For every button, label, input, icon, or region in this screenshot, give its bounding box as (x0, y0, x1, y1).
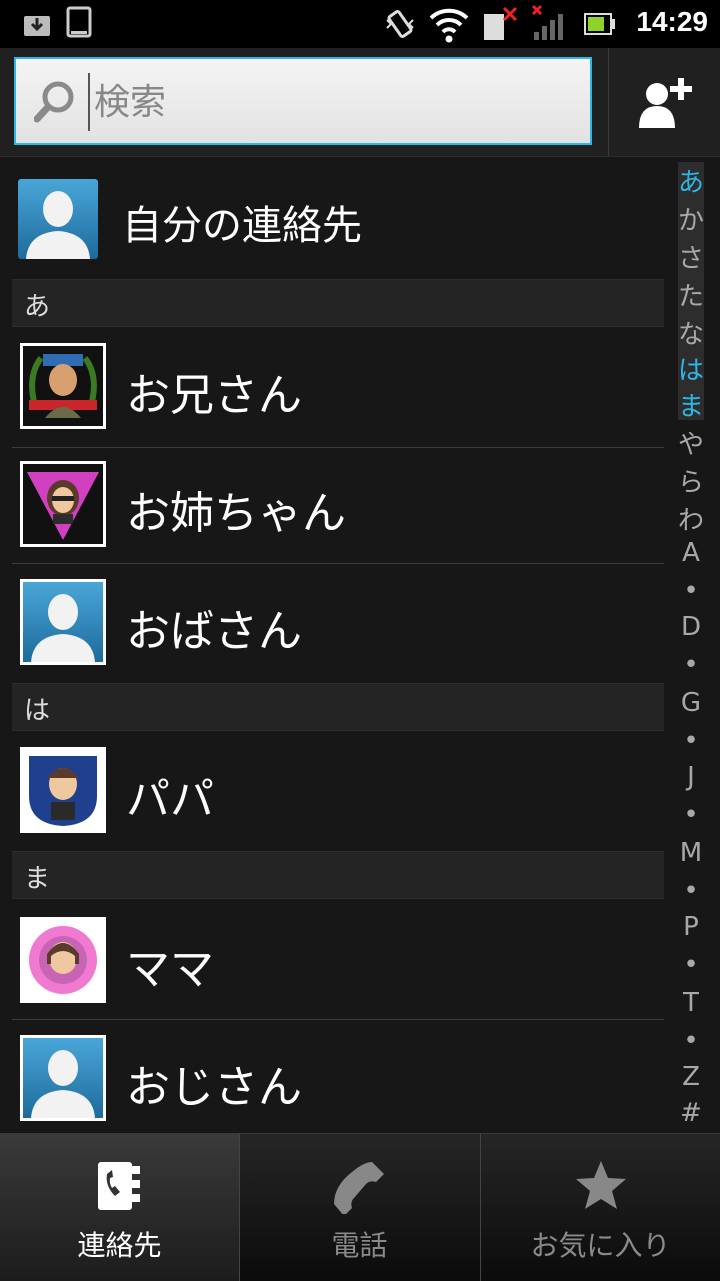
index-letter[interactable]: わ (678, 500, 704, 537)
my-contact-row[interactable]: 自分の連絡先 (0, 157, 664, 279)
index-letter[interactable]: Z (678, 1062, 704, 1092)
index-letter[interactable]: M (678, 838, 704, 868)
index-letter[interactable]: D (678, 612, 704, 642)
my-contact-label: 自分の連絡先 (122, 203, 362, 249)
index-letter[interactable]: A (678, 538, 704, 568)
wifi-icon (429, 8, 469, 43)
section-header-label: あ (24, 292, 51, 322)
search-box[interactable] (14, 57, 592, 145)
tab-phone[interactable]: 電話 (240, 1134, 479, 1281)
contact-photo-avatar (20, 343, 106, 429)
download-icon (24, 16, 50, 36)
index-letter[interactable]: • (678, 950, 704, 980)
contact-photo-avatar (20, 917, 106, 1003)
contact-name: ママ (126, 944, 214, 995)
default-avatar-icon (18, 179, 98, 259)
star-icon (576, 1161, 626, 1209)
tab-favorites[interactable]: お気に入り (481, 1134, 720, 1281)
contact-name: お兄さん (126, 370, 302, 421)
index-letter[interactable]: さ (678, 238, 704, 275)
index-letter[interactable]: • (678, 800, 704, 830)
section-header-ma: ま (12, 851, 664, 899)
section-header-label: ま (24, 864, 51, 894)
index-letter[interactable]: あ (678, 162, 704, 199)
vibrate-icon (386, 10, 414, 38)
index-letter[interactable]: T (678, 988, 704, 1018)
contact-name: パパ (126, 774, 214, 825)
contact-name: おばさん (126, 606, 302, 657)
index-letter[interactable]: や (678, 424, 704, 461)
add-person-icon (639, 78, 692, 128)
default-avatar-icon (20, 579, 106, 665)
bottom-tab-bar: 連絡先 電話 お気に入り (0, 1133, 720, 1281)
section-header-a: あ (12, 279, 664, 327)
index-letter[interactable]: • (678, 876, 704, 906)
index-letter[interactable]: • (678, 1026, 704, 1056)
index-letter[interactable]: ま (678, 386, 704, 423)
tab-label: 連絡先 (77, 1229, 162, 1262)
index-letter[interactable]: • (678, 650, 704, 680)
contacts-book-icon (98, 1162, 140, 1210)
add-contact-button[interactable] (608, 48, 720, 156)
contact-row[interactable]: おじさん (0, 1021, 664, 1137)
section-header-ha: は (12, 683, 664, 731)
divider (12, 563, 664, 564)
index-letter[interactable]: ら (678, 462, 704, 499)
contact-photo-avatar (20, 747, 106, 833)
search-icon (34, 81, 74, 123)
index-letter[interactable]: • (678, 576, 704, 606)
contact-photo-avatar (20, 461, 106, 547)
contact-row[interactable]: お姉ちゃん (0, 447, 664, 563)
contact-row[interactable]: ママ (0, 903, 664, 1019)
divider (12, 1019, 664, 1020)
sim-missing-icon (484, 6, 518, 40)
contact-name: おじさん (126, 1062, 302, 1113)
phone-outline-icon (66, 6, 92, 38)
search-toolbar (0, 48, 720, 157)
index-letter[interactable]: # (678, 1098, 704, 1128)
contact-row[interactable]: パパ (0, 733, 664, 849)
index-scroll-bar[interactable]: あ か さ た な は ま や ら わ A • D • G • J • M • … (678, 160, 704, 1130)
clock: 14:29 (636, 6, 708, 37)
phone-handset-icon (334, 1162, 384, 1214)
index-letter[interactable]: • (678, 726, 704, 756)
status-bar: 14:29 (0, 0, 720, 48)
tab-label: お気に入り (530, 1229, 671, 1262)
default-avatar-icon (20, 1035, 106, 1121)
contact-name: お姉ちゃん (126, 488, 346, 539)
index-letter[interactable]: た (678, 276, 704, 313)
index-letter[interactable]: か (678, 200, 704, 237)
tab-label: 電話 (331, 1229, 388, 1262)
battery-icon (584, 13, 615, 35)
index-letter[interactable]: は (678, 350, 704, 387)
signal-none-icon (531, 4, 563, 40)
index-letter[interactable]: G (678, 688, 704, 718)
contact-row[interactable]: お兄さん (0, 329, 664, 445)
index-letter[interactable]: な (678, 314, 704, 351)
index-letter[interactable]: J (678, 762, 704, 792)
section-header-label: は (24, 696, 51, 726)
search-input[interactable] (88, 73, 576, 131)
index-letter[interactable]: P (678, 912, 704, 942)
contact-row[interactable]: おばさん (0, 565, 664, 681)
tab-contacts[interactable]: 連絡先 (0, 1134, 239, 1281)
